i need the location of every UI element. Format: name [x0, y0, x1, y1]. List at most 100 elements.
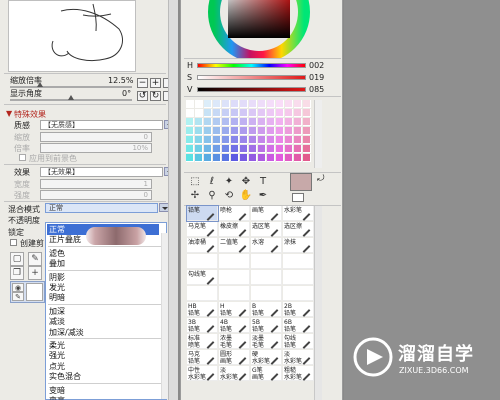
- rotate-icon[interactable]: ⟲: [221, 189, 237, 203]
- palette-swatch[interactable]: [240, 145, 248, 153]
- palette-swatch[interactable]: [222, 100, 230, 108]
- palette-swatch[interactable]: [267, 100, 275, 108]
- visibility-eye-icon[interactable]: ◉: [12, 283, 24, 292]
- palette-swatch[interactable]: [204, 127, 212, 135]
- move-layer-icon[interactable]: ✢: [187, 189, 203, 203]
- palette-swatch[interactable]: [285, 118, 293, 126]
- brush-scrollbar[interactable]: [314, 206, 322, 400]
- blend-menu-item[interactable]: 发光: [49, 282, 65, 293]
- palette-swatch[interactable]: [249, 145, 257, 153]
- palette-swatch[interactable]: [195, 118, 203, 126]
- blend-mode-select[interactable]: 正常: [45, 203, 158, 213]
- palette-swatch[interactable]: [231, 109, 239, 117]
- palette-swatch[interactable]: [186, 109, 194, 117]
- hand-icon[interactable]: ✋: [238, 189, 254, 203]
- palette-swatch[interactable]: [303, 154, 311, 162]
- palette-swatch[interactable]: [267, 145, 275, 153]
- color-wheel[interactable]: [181, 0, 343, 58]
- palette-swatch[interactable]: [222, 145, 230, 153]
- brush-slot[interactable]: B 铅笔: [251, 302, 282, 317]
- foreground-color-swatch[interactable]: [290, 173, 312, 191]
- palette-swatch[interactable]: [240, 109, 248, 117]
- brush-slot[interactable]: 标准 喷笔: [187, 334, 218, 349]
- eyedropper-icon[interactable]: ✒: [255, 189, 271, 203]
- brush-slot[interactable]: 硬 水彩笔: [251, 350, 282, 365]
- brush-slot[interactable]: 淡 水彩笔: [219, 366, 250, 381]
- blend-menu-item[interactable]: 变亮: [49, 395, 65, 400]
- palette-swatch[interactable]: [186, 118, 194, 126]
- brush-slot[interactable]: 圆形 画笔: [219, 350, 250, 365]
- lasso-icon[interactable]: ℓ: [204, 175, 220, 189]
- palette-swatch[interactable]: [258, 154, 266, 162]
- palette-swatch[interactable]: [285, 136, 293, 144]
- brush-slot[interactable]: HB 铅笔: [187, 302, 218, 317]
- zoom-out-button[interactable]: −: [137, 78, 148, 88]
- brush-slot[interactable]: [283, 254, 314, 269]
- blend-menu-item[interactable]: 变暗: [49, 385, 65, 396]
- palette-swatch[interactable]: [285, 100, 293, 108]
- palette-swatch[interactable]: [258, 127, 266, 135]
- transfer-down-icon[interactable]: +: [28, 266, 42, 280]
- palette-swatch[interactable]: [204, 145, 212, 153]
- palette-swatch[interactable]: [213, 145, 221, 153]
- brush-lock-icon[interactable]: ✎: [12, 292, 24, 301]
- palette-swatch[interactable]: [267, 109, 275, 117]
- background-color-swatch[interactable]: [292, 193, 304, 202]
- palette-swatch[interactable]: [222, 136, 230, 144]
- palette-swatch[interactable]: [186, 127, 194, 135]
- brush-slot[interactable]: H 铅笔: [219, 302, 250, 317]
- rotate-slider-handle[interactable]: [68, 95, 74, 100]
- palette-swatch[interactable]: [186, 154, 194, 162]
- brush-slot[interactable]: 6B 铅笔: [283, 318, 314, 333]
- brush-slot[interactable]: 选区擦: [283, 222, 314, 237]
- brush-slot[interactable]: [283, 270, 314, 285]
- palette-swatch[interactable]: [249, 118, 257, 126]
- brush-slot[interactable]: [219, 254, 250, 269]
- brush-slot[interactable]: [219, 270, 250, 285]
- blend-menu-item[interactable]: 阴影: [49, 272, 65, 283]
- brush-slot[interactable]: [187, 254, 218, 269]
- palette-swatch[interactable]: [294, 127, 302, 135]
- palette-swatch[interactable]: [285, 109, 293, 117]
- palette-swatch[interactable]: [294, 100, 302, 108]
- hsv-slider-v[interactable]: [197, 87, 306, 92]
- palette-swatch[interactable]: [240, 127, 248, 135]
- palette-swatch[interactable]: [294, 136, 302, 144]
- brush-slot[interactable]: 铅笔: [186, 205, 219, 222]
- palette-swatch[interactable]: [222, 154, 230, 162]
- palette-swatch[interactable]: [294, 118, 302, 126]
- palette-swatch[interactable]: [231, 136, 239, 144]
- zoom-icon[interactable]: ⚲: [204, 189, 220, 203]
- palette-swatch[interactable]: [249, 109, 257, 117]
- brush-slot[interactable]: 选区笔: [251, 222, 282, 237]
- brush-slot[interactable]: 马克 铅笔: [187, 350, 218, 365]
- rotate-right-button[interactable]: ↻: [150, 91, 161, 101]
- palette-swatch[interactable]: [204, 118, 212, 126]
- palette-swatch[interactable]: [276, 118, 284, 126]
- hsv-slider-h[interactable]: [197, 63, 306, 68]
- blend-menu-item[interactable]: 加深/减淡: [49, 327, 84, 338]
- text-icon[interactable]: T: [255, 175, 271, 189]
- new-layer-icon[interactable]: ▢: [10, 252, 24, 266]
- palette-swatch[interactable]: [222, 118, 230, 126]
- zoom-in-button[interactable]: +: [150, 78, 161, 88]
- navigator-preview[interactable]: [8, 0, 136, 72]
- palette-swatch[interactable]: [303, 109, 311, 117]
- brush-slot[interactable]: G笔 画笔: [251, 366, 282, 381]
- brush-slot[interactable]: 粗糙 水彩笔: [283, 366, 314, 381]
- brush-slot[interactable]: [219, 286, 250, 301]
- blend-menu-item[interactable]: 柔光: [49, 340, 65, 351]
- palette-swatch[interactable]: [195, 145, 203, 153]
- palette-swatch[interactable]: [204, 154, 212, 162]
- brush-slot[interactable]: 二值笔: [219, 238, 250, 253]
- palette-swatch[interactable]: [303, 100, 311, 108]
- palette-swatch[interactable]: [231, 100, 239, 108]
- palette-swatch[interactable]: [213, 127, 221, 135]
- palette-swatch[interactable]: [276, 145, 284, 153]
- palette-swatch[interactable]: [222, 109, 230, 117]
- duplicate-layer-icon[interactable]: ❐: [10, 266, 24, 280]
- ratio-field[interactable]: 10%: [40, 143, 152, 153]
- blend-menu-item[interactable]: 叠加: [49, 258, 65, 269]
- palette-swatch[interactable]: [249, 136, 257, 144]
- brush-slot[interactable]: [283, 286, 314, 301]
